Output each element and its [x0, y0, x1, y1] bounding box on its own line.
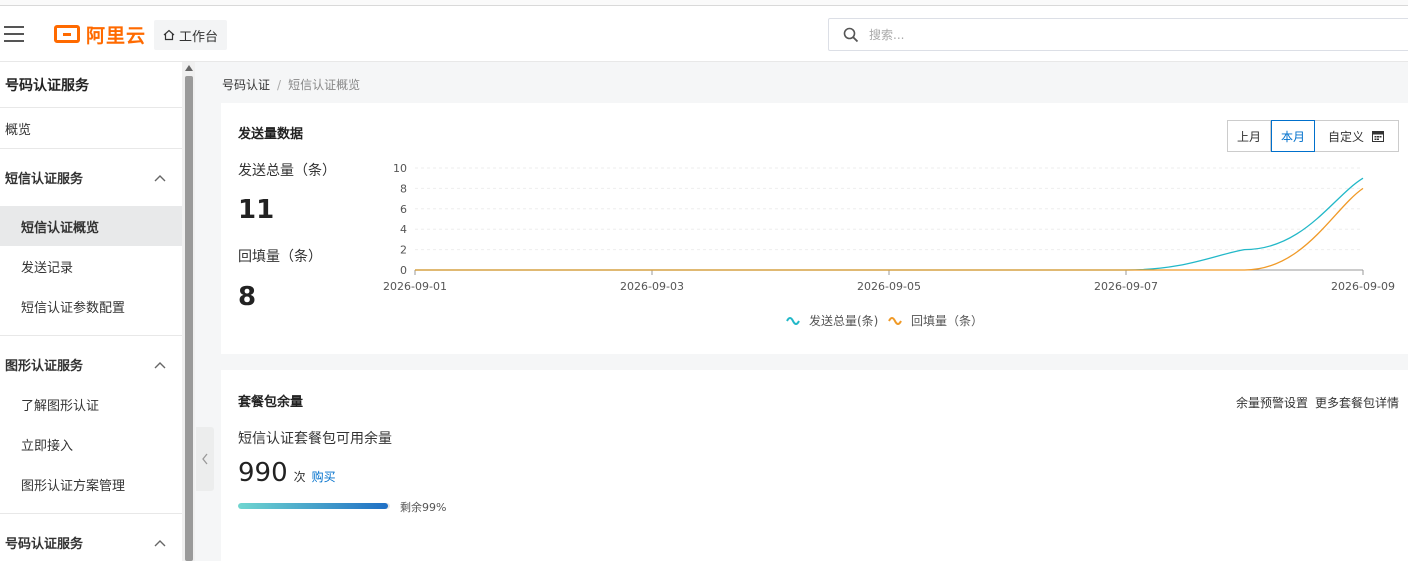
search-icon	[843, 27, 859, 42]
logo-text: 阿里云	[86, 24, 147, 47]
sidebar-item-sms-overview[interactable]: 短信认证概览	[0, 206, 182, 246]
y-tick-label: 2	[400, 244, 407, 257]
scroll-up-arrow-icon[interactable]	[185, 65, 193, 71]
legend-label-0: 发送总量(条)	[809, 313, 878, 328]
date-range-selector: 上月 本月 自定义	[1227, 120, 1400, 152]
x-tick-label: 2026-09-01	[383, 280, 447, 293]
legend-swatch-0	[786, 317, 800, 325]
quota-alert-settings-link[interactable]: 余量预警设置	[1236, 394, 1308, 411]
y-tick-label: 0	[400, 264, 407, 277]
sidebar-group-label: 短信认证服务	[5, 172, 84, 187]
x-tick-label: 2026-09-09	[1331, 280, 1395, 293]
range-custom-label: 自定义	[1328, 129, 1365, 144]
sidebar-item-send-records[interactable]: 发送记录	[0, 246, 182, 286]
x-tick-label: 2026-09-05	[857, 280, 921, 293]
total-sent-label: 发送总量（条）	[238, 163, 336, 179]
remaining-percent-text: 剩余99%	[400, 501, 447, 514]
workbench-label: 工作台	[179, 29, 219, 45]
range-last-month-button[interactable]: 上月	[1228, 121, 1272, 151]
sidebar-item-captcha-scheme[interactable]: 图形认证方案管理	[0, 464, 182, 504]
search-box[interactable]	[828, 18, 1408, 51]
sidebar: 号码认证服务 概览 短信认证服务 短信认证概览 发送记录 短信认证参数配置 图形…	[0, 62, 182, 561]
sidebar-item-learn-captcha[interactable]: 了解图形认证	[0, 384, 182, 424]
more-package-details-link[interactable]: 更多套餐包详情	[1315, 394, 1399, 411]
backfill-label: 回填量（条）	[238, 249, 322, 265]
menu-icon[interactable]	[4, 26, 24, 42]
sidebar-group-sms[interactable]: 短信认证服务	[0, 148, 182, 206]
aliyun-logo[interactable]: 阿里云	[54, 22, 147, 47]
range-this-month-button[interactable]: 本月	[1271, 120, 1316, 152]
sidebar-title: 号码认证服务	[0, 62, 182, 108]
series-line-0	[415, 177, 1364, 271]
browser-edge	[0, 0, 1408, 6]
top-navigation-bar: 阿里云 工作台	[0, 0, 1408, 62]
y-tick-label: 6	[400, 203, 407, 216]
sidebar-item-overview[interactable]: 概览	[0, 108, 182, 148]
home-icon	[163, 29, 175, 41]
legend-label-1: 回填量（条）	[911, 314, 983, 328]
x-tick-label: 2026-09-07	[1094, 280, 1158, 293]
sidebar-item-sms-config[interactable]: 短信认证参数配置	[0, 286, 182, 326]
sidebar-group-number[interactable]: 号码认证服务	[0, 513, 182, 561]
package-quota-title: 套餐包余量	[238, 395, 304, 410]
chevron-up-icon	[154, 539, 166, 546]
breadcrumb: 号码认证 / 短信认证概览	[222, 76, 360, 93]
breadcrumb-separator: /	[277, 77, 282, 92]
legend-swatch-1	[888, 317, 902, 325]
quota-links: 余量预警设置 更多套餐包详情	[1236, 394, 1399, 411]
quota-progress-bar	[238, 503, 390, 509]
chevron-up-icon	[154, 361, 166, 368]
calendar-icon	[1372, 131, 1385, 142]
chevron-left-icon	[202, 453, 208, 465]
breadcrumb-parent[interactable]: 号码认证	[222, 76, 270, 93]
chevron-up-icon	[154, 174, 166, 181]
sidebar-item-access-now[interactable]: 立即接入	[0, 424, 182, 464]
sidebar-group-label: 图形认证服务	[5, 359, 84, 374]
y-tick-label: 4	[400, 223, 407, 236]
package-quota-card: 套餐包余量 余量预警设置 更多套餐包详情 短信认证套餐包可用余量 990 次 购…	[221, 370, 1408, 561]
workbench-button[interactable]: 工作台	[154, 20, 228, 50]
x-tick-label: 2026-09-03	[620, 280, 684, 293]
range-custom-button[interactable]: 自定义	[1315, 121, 1399, 151]
buy-link[interactable]: 购买	[312, 468, 336, 485]
send-volume-title: 发送量数据	[238, 127, 304, 142]
sms-quota-label: 短信认证套餐包可用余量	[238, 431, 392, 447]
collapse-sidebar-button[interactable]	[196, 427, 214, 491]
quota-progress-fill	[238, 503, 389, 509]
send-volume-chart: 0 2 4 6 8 10 2026-09-01 2026-09-03 2026-09-05 202…	[383, 162, 1395, 328]
breadcrumb-current: 短信认证概览	[288, 78, 361, 92]
y-tick-label: 8	[400, 182, 407, 195]
aliyun-logo-icon	[54, 25, 80, 43]
total-sent-value: 11	[238, 195, 275, 225]
sidebar-scrollbar-thumb[interactable]	[185, 76, 193, 561]
backfill-value: 8	[238, 282, 257, 312]
sidebar-group-label: 号码认证服务	[5, 537, 84, 552]
quota-value: 990	[238, 458, 288, 488]
quota-unit: 次	[293, 470, 306, 484]
search-input[interactable]	[869, 27, 1269, 42]
y-tick-label: 10	[393, 162, 407, 175]
send-volume-card: 发送量数据 上月 本月 自定义 发送总量（条） 11 回填量（条） 8 0 2 4 6…	[221, 103, 1408, 354]
quota-line: 990 次 购买	[238, 458, 336, 488]
